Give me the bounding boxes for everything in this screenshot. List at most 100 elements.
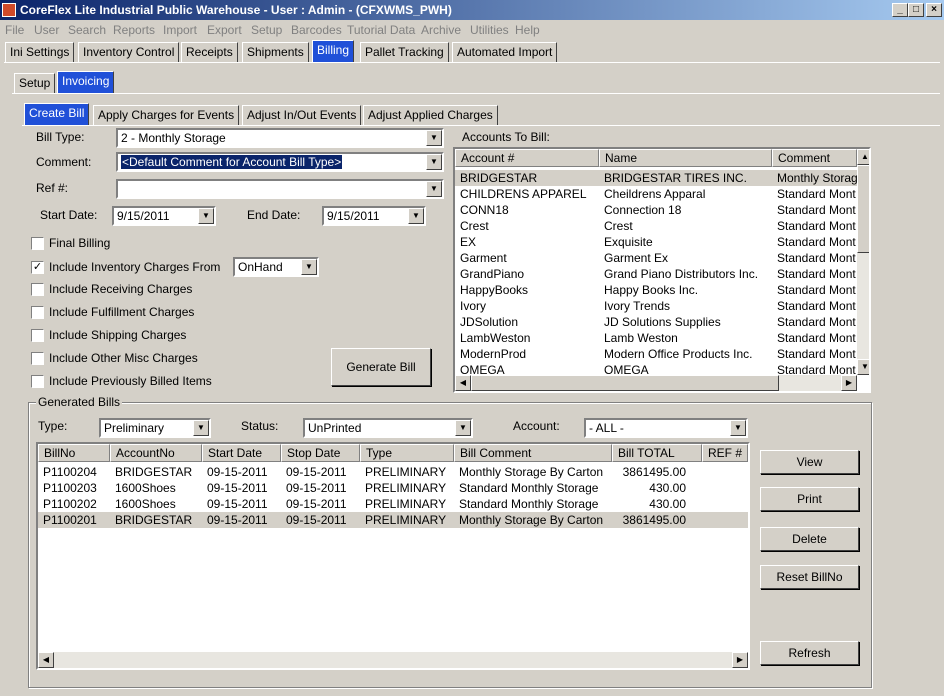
menu-utilities[interactable]: Utilities	[470, 23, 509, 37]
bills-hscroll[interactable]: ◀ ▶	[38, 652, 748, 668]
account-row[interactable]: CHILDRENS APPAREL Cheildrens Apparal Stand…	[455, 186, 857, 202]
account-row[interactable]: JDSolution JD Solutions Supplies Standard …	[455, 314, 857, 330]
scroll-down-icon[interactable]: ▼	[857, 359, 869, 375]
tab-adjust-applied-charges[interactable]: Adjust Applied Charges	[363, 105, 498, 125]
menu-file[interactable]: File	[5, 23, 24, 37]
bill-row[interactable]: P1100202 1600Shoes 09-15-2011 09-15-2011 PRE…	[38, 496, 748, 512]
tab-setup[interactable]: Setup	[14, 73, 56, 93]
generate-bill-button[interactable]: Generate Bill	[331, 348, 431, 386]
bill-type-select[interactable]: 2 - Monthly Storage ▼	[116, 128, 444, 148]
start-date-picker[interactable]: 9/15/2011 ▼	[112, 206, 216, 226]
bills-col-bill-comment[interactable]: Bill Comment	[454, 444, 612, 462]
chevron-down-icon[interactable]: ▼	[198, 208, 214, 224]
tab-shipments[interactable]: Shipments	[242, 42, 309, 62]
tab-automated-import[interactable]: Automated Import	[452, 42, 558, 62]
account-row[interactable]: LambWeston Lamb Weston Standard Mont	[455, 330, 857, 346]
account-row[interactable]: CONN18 Connection 18 Standard Mont	[455, 202, 857, 218]
tab-create-bill[interactable]: Create Bill	[24, 103, 90, 125]
bills-col-accountno[interactable]: AccountNo	[110, 444, 202, 462]
menu-export[interactable]: Export	[207, 23, 242, 37]
accounts-col-name[interactable]: Name	[599, 149, 772, 167]
chevron-down-icon[interactable]: ▼	[730, 420, 746, 436]
tab-apply-charges[interactable]: Apply Charges for Events	[93, 105, 240, 125]
tab-pallet-tracking[interactable]: Pallet Tracking	[360, 42, 449, 62]
chevron-down-icon[interactable]: ▼	[426, 154, 442, 170]
bill-row[interactable]: P1100204 BRIDGESTAR 09-15-2011 09-15-2011 PR…	[38, 464, 748, 480]
menu-setup[interactable]: Setup	[251, 23, 282, 37]
maximize-button[interactable]: □	[908, 3, 924, 17]
delete-button[interactable]: Delete	[760, 527, 859, 551]
tab-receipts[interactable]: Receipts	[181, 42, 238, 62]
ref-select[interactable]: ▼	[116, 179, 444, 199]
account-row[interactable]: HappyBooks Happy Books Inc. Standard Mont	[455, 282, 857, 298]
bills-list[interactable]: BillNo AccountNo Start Date Stop Date Ty…	[36, 442, 750, 670]
bills-col-type[interactable]: Type	[360, 444, 454, 462]
account-row[interactable]: Ivory Ivory Trends Standard Mont	[455, 298, 857, 314]
account-row[interactable]: BRIDGESTAR BRIDGESTAR TIRES INC. Monthly S…	[455, 170, 857, 186]
final-billing-checkbox[interactable]	[31, 237, 44, 250]
status-select[interactable]: UnPrinted ▼	[303, 418, 473, 438]
close-button[interactable]: ×	[926, 3, 942, 17]
comment-select[interactable]: <Default Comment for Account Bill Type> …	[116, 152, 444, 172]
accounts-vscroll-thumb[interactable]	[857, 165, 869, 253]
bills-col-ref[interactable]: REF #	[702, 444, 748, 462]
account-row[interactable]: Crest Crest Standard Mont	[455, 218, 857, 234]
menu-reports[interactable]: Reports	[113, 23, 155, 37]
accounts-col-account[interactable]: Account #	[455, 149, 599, 167]
accounts-hscroll[interactable]: ◀ ▶	[455, 375, 857, 391]
bills-col-bill-total[interactable]: Bill TOTAL	[612, 444, 702, 462]
chevron-down-icon[interactable]: ▼	[301, 259, 317, 275]
end-date-picker[interactable]: 9/15/2011 ▼	[322, 206, 426, 226]
view-button[interactable]: View	[760, 450, 859, 474]
account-select[interactable]: - ALL - ▼	[584, 418, 748, 438]
type-select[interactable]: Preliminary ▼	[99, 418, 211, 438]
menu-archive[interactable]: Archive	[421, 23, 461, 37]
inventory-from-select[interactable]: OnHand ▼	[233, 257, 319, 277]
scroll-right-icon[interactable]: ▶	[841, 375, 857, 391]
refresh-button[interactable]: Refresh	[760, 641, 859, 665]
chevron-down-icon[interactable]: ▼	[455, 420, 471, 436]
scroll-right-icon[interactable]: ▶	[732, 652, 748, 668]
account-row[interactable]: ModernProd Modern Office Products Inc. Sta…	[455, 346, 857, 362]
scroll-left-icon[interactable]: ◀	[455, 375, 471, 391]
shipping-charges-checkbox[interactable]	[31, 329, 44, 342]
chevron-down-icon[interactable]: ▼	[426, 181, 442, 197]
account-row[interactable]: Garment Garment Ex Standard Mont	[455, 250, 857, 266]
tab-billing[interactable]: Billing	[312, 40, 355, 62]
misc-charges-checkbox[interactable]	[31, 352, 44, 365]
accounts-col-comment[interactable]: Comment	[772, 149, 857, 167]
scroll-up-icon[interactable]: ▲	[857, 149, 869, 165]
bill-cell: PRELIMINARY	[365, 481, 447, 495]
tab-ini-settings[interactable]: Ini Settings	[5, 42, 75, 62]
menu-barcodes[interactable]: Barcodes	[291, 23, 342, 37]
print-button[interactable]: Print	[760, 487, 859, 511]
accounts-hscroll-thumb[interactable]	[471, 375, 779, 391]
minimize-button[interactable]: _	[892, 3, 908, 17]
chevron-down-icon[interactable]: ▼	[408, 208, 424, 224]
bills-col-start-date[interactable]: Start Date	[202, 444, 281, 462]
receiving-charges-checkbox[interactable]	[31, 283, 44, 296]
menu-import[interactable]: Import	[163, 23, 197, 37]
account-row[interactable]: EX Exquisite Standard Mont	[455, 234, 857, 250]
menu-help[interactable]: Help	[515, 23, 540, 37]
bills-col-billno[interactable]: BillNo	[38, 444, 110, 462]
account-row[interactable]: GrandPiano Grand Piano Distributors Inc. S…	[455, 266, 857, 282]
reset-billno-button[interactable]: Reset BillNo	[760, 565, 859, 589]
tab-inventory-control[interactable]: Inventory Control	[78, 42, 180, 62]
bill-row[interactable]: P1100201 BRIDGESTAR 09-15-2011 09-15-2011 PR…	[38, 512, 748, 528]
bills-col-stop-date[interactable]: Stop Date	[281, 444, 360, 462]
menu-tutorial-data[interactable]: Tutorial Data	[347, 23, 415, 37]
scroll-left-icon[interactable]: ◀	[38, 652, 54, 668]
chevron-down-icon[interactable]: ▼	[426, 130, 442, 146]
chevron-down-icon[interactable]: ▼	[193, 420, 209, 436]
menu-user[interactable]: User	[34, 23, 59, 37]
menu-search[interactable]: Search	[68, 23, 106, 37]
tab-invoicing[interactable]: Invoicing	[57, 71, 115, 93]
tab-adjust-in-out[interactable]: Adjust In/Out Events	[242, 105, 362, 125]
previously-billed-checkbox[interactable]	[31, 375, 44, 388]
fulfillment-charges-checkbox[interactable]	[31, 306, 44, 319]
accounts-list[interactable]: Account # Name Comment BRIDGESTAR BRIDGES…	[453, 147, 871, 393]
bill-row[interactable]: P1100203 1600Shoes 09-15-2011 09-15-2011 PRE…	[38, 480, 748, 496]
accounts-vscroll[interactable]: ▲ ▼	[857, 149, 869, 375]
inventory-charges-checkbox[interactable]: ✓	[31, 261, 44, 274]
